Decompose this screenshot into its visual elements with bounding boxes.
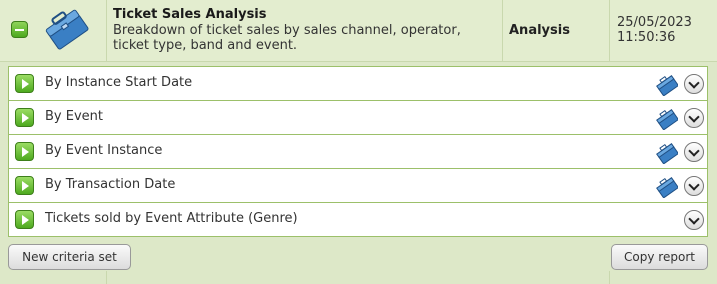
toolbox-icon[interactable] bbox=[656, 108, 678, 130]
criteria-row: By Instance Start Date bbox=[9, 67, 707, 101]
criteria-row: By Transaction Date bbox=[9, 169, 707, 203]
chevron-down-icon[interactable] bbox=[684, 176, 704, 196]
report-timestamp: 25/05/2023 11:50:36 bbox=[617, 15, 692, 45]
divider bbox=[609, 271, 610, 284]
criteria-list: By Instance Start Date By Event By Event… bbox=[8, 66, 708, 237]
minus-icon bbox=[15, 28, 24, 31]
chevron-down-icon[interactable] bbox=[684, 142, 704, 162]
criteria-label[interactable]: By Transaction Date bbox=[45, 177, 175, 192]
toolbox-icon[interactable] bbox=[656, 74, 678, 96]
collapse-button[interactable] bbox=[11, 21, 28, 38]
divider bbox=[106, 271, 107, 284]
copy-report-button[interactable]: Copy report bbox=[611, 244, 708, 270]
divider bbox=[106, 0, 107, 61]
divider bbox=[502, 0, 503, 61]
chevron-down-icon[interactable] bbox=[684, 210, 704, 230]
run-button[interactable] bbox=[15, 142, 34, 161]
toolbox-icon bbox=[45, 9, 89, 50]
criteria-row: Tickets sold by Event Attribute (Genre) bbox=[9, 203, 707, 236]
run-button[interactable] bbox=[15, 74, 34, 93]
toolbox-icon[interactable] bbox=[656, 142, 678, 164]
criteria-row: By Event bbox=[9, 101, 707, 135]
report-header: Ticket Sales Analysis Breakdown of ticke… bbox=[0, 0, 717, 62]
chevron-down-icon[interactable] bbox=[684, 74, 704, 94]
new-criteria-set-button[interactable]: New criteria set bbox=[8, 244, 131, 270]
run-button[interactable] bbox=[15, 176, 34, 195]
divider bbox=[609, 0, 610, 61]
report-date: 25/05/2023 bbox=[617, 15, 692, 30]
criteria-label[interactable]: By Instance Start Date bbox=[45, 75, 192, 90]
report-time: 11:50:36 bbox=[617, 30, 676, 45]
report-description: Breakdown of ticket sales by sales chann… bbox=[113, 23, 461, 53]
report-type: Analysis bbox=[509, 23, 570, 38]
run-button[interactable] bbox=[15, 108, 34, 127]
run-button[interactable] bbox=[15, 210, 34, 229]
toolbox-icon[interactable] bbox=[656, 176, 678, 198]
criteria-label[interactable]: By Event Instance bbox=[45, 143, 162, 158]
report-title: Ticket Sales Analysis bbox=[113, 7, 267, 22]
criteria-row: By Event Instance bbox=[9, 135, 707, 169]
criteria-label[interactable]: Tickets sold by Event Attribute (Genre) bbox=[45, 211, 298, 226]
criteria-label[interactable]: By Event bbox=[45, 109, 103, 124]
chevron-down-icon[interactable] bbox=[684, 108, 704, 128]
